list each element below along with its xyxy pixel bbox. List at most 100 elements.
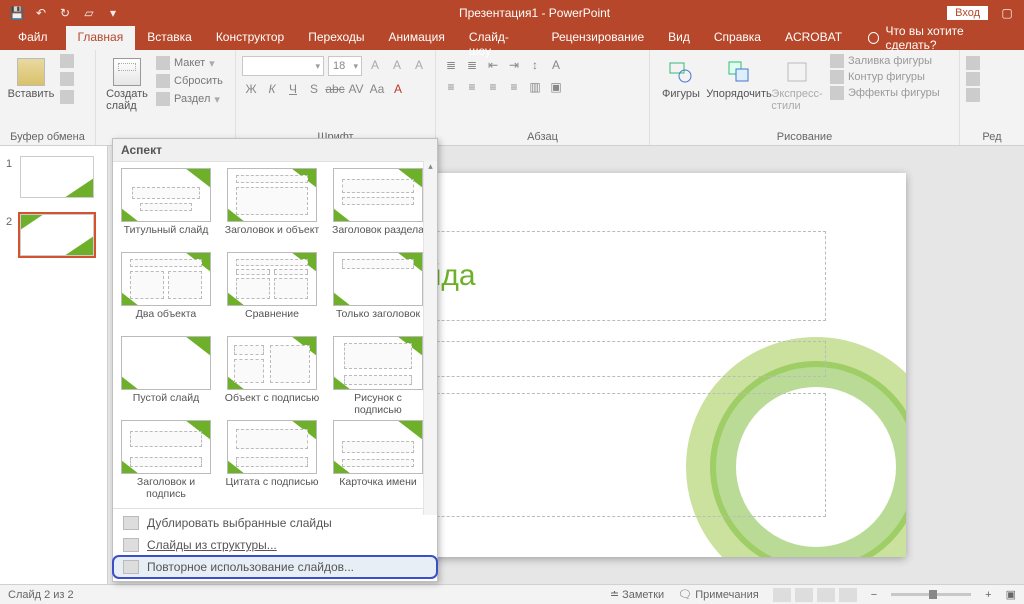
tab-home[interactable]: Главная [66, 26, 136, 50]
layout-comparison[interactable]: Сравнение [223, 252, 321, 334]
tab-review[interactable]: Рецензирование [539, 26, 656, 50]
layout-quote-caption[interactable]: Цитата с подписью [223, 420, 321, 502]
layout-title-only[interactable]: Только заголовок [329, 252, 427, 334]
layout-button[interactable]: Макет▾ [156, 56, 223, 70]
shape-outline-button[interactable]: Контур фигуры [830, 70, 940, 84]
group-label-paragraph: Абзац [442, 129, 643, 143]
duplicate-slides-item[interactable]: Дублировать выбранные слайды [113, 512, 437, 534]
layout-title-slide[interactable]: Титульный слайд [117, 168, 215, 250]
ribbon-options-icon[interactable]: ▢ [998, 4, 1016, 22]
tab-slideshow[interactable]: Слайд-шоу [457, 26, 540, 50]
arrange-icon [725, 58, 753, 86]
layout-two-content[interactable]: Два объекта [117, 252, 215, 334]
paste-button[interactable]: Вставить [6, 54, 56, 100]
redo-icon[interactable]: ↻ [56, 4, 74, 22]
dropdown-scrollbar[interactable]: ▴ [423, 161, 437, 515]
increase-indent-button[interactable]: ⇥ [505, 56, 523, 74]
tab-insert[interactable]: Вставка [135, 26, 204, 50]
thumbnail-1[interactable]: 1 [20, 156, 101, 198]
ribbon: Вставить Буфер обмена Создать слайд Маке… [0, 50, 1024, 146]
group-editing: Ред [960, 50, 1024, 145]
layout-section-header[interactable]: Заголовок раздела [329, 168, 427, 250]
shapes-button[interactable]: Фигуры [656, 54, 706, 100]
layout-title-content[interactable]: Заголовок и объект [223, 168, 321, 250]
align-right-button[interactable]: ≡ [484, 78, 502, 96]
outline-icon [123, 538, 139, 552]
qat-more-icon[interactable]: ▾ [104, 4, 122, 22]
reset-button[interactable]: Сбросить [156, 74, 223, 88]
new-slide-button[interactable]: Создать слайд [102, 54, 152, 112]
replace-icon [966, 72, 980, 86]
section-button[interactable]: Раздел▾ [156, 92, 223, 106]
sorter-view-button[interactable] [795, 588, 813, 602]
decrease-indent-button[interactable]: ⇤ [484, 56, 502, 74]
text-direction-button[interactable]: A [547, 56, 565, 74]
cut-button[interactable] [60, 54, 74, 68]
reuse-icon [123, 560, 139, 574]
tab-design[interactable]: Конструктор [204, 26, 296, 50]
start-slideshow-icon[interactable]: ▱ [80, 4, 98, 22]
strike-button[interactable]: abc [326, 80, 344, 98]
layout-blank[interactable]: Пустой слайд [117, 336, 215, 418]
notes-button[interactable]: ≐ Заметки [610, 588, 664, 601]
group-font: 18 A A A Ж К Ч S abc AV Aa A Шрифт [236, 50, 436, 145]
spacing-button[interactable]: AV [347, 80, 365, 98]
sign-in-button[interactable]: Вход [947, 6, 988, 20]
underline-button[interactable]: Ч [284, 80, 302, 98]
case-button[interactable]: Aa [368, 80, 386, 98]
increase-font-icon[interactable]: A [366, 56, 384, 74]
zoom-out-button[interactable]: − [871, 589, 877, 601]
thumbnail-2[interactable]: 2 [20, 214, 101, 256]
tab-animations[interactable]: Анимация [377, 26, 457, 50]
tab-help[interactable]: Справка [702, 26, 773, 50]
layout-title-caption[interactable]: Заголовок и подпись [117, 420, 215, 502]
comments-button[interactable]: 🗨 Примечания [678, 588, 759, 601]
columns-button[interactable]: ▥ [526, 78, 544, 96]
align-left-button[interactable]: ≡ [442, 78, 460, 96]
reuse-slides-item[interactable]: Повторное использование слайдов... [113, 556, 437, 578]
replace-button[interactable] [966, 72, 980, 86]
shape-effects-button[interactable]: Эффекты фигуры [830, 86, 940, 100]
tab-acrobat[interactable]: ACROBAT [773, 26, 854, 50]
align-center-button[interactable]: ≡ [463, 78, 481, 96]
find-button[interactable] [966, 56, 980, 70]
fit-button[interactable]: ▣ [1006, 588, 1016, 601]
justify-button[interactable]: ≡ [505, 78, 523, 96]
undo-icon[interactable]: ↶ [32, 4, 50, 22]
copy-button[interactable] [60, 72, 74, 86]
numbering-button[interactable]: ≣ [463, 56, 481, 74]
normal-view-button[interactable] [773, 588, 791, 602]
select-button[interactable] [966, 88, 980, 102]
arrange-button[interactable]: Упорядочить [714, 54, 764, 100]
line-spacing-button[interactable]: ↕ [526, 56, 544, 74]
layout-picture-caption[interactable]: Рисунок с подписью [329, 336, 427, 418]
slideshow-view-button[interactable] [839, 588, 857, 602]
font-size-combo[interactable]: 18 [328, 56, 362, 76]
clear-format-icon[interactable]: A [410, 56, 428, 74]
tab-file[interactable]: Файл [0, 26, 66, 50]
decrease-font-icon[interactable]: A [388, 56, 406, 74]
zoom-slider[interactable] [891, 593, 971, 596]
tab-view[interactable]: Вид [656, 26, 702, 50]
save-icon[interactable]: 💾 [8, 4, 26, 22]
layout-name-card[interactable]: Карточка имени [329, 420, 427, 502]
tell-me-search[interactable]: Что вы хотите сделать? [854, 26, 1024, 50]
bullets-button[interactable]: ≣ [442, 56, 460, 74]
shadow-button[interactable]: S [305, 80, 323, 98]
layout-content-caption[interactable]: Объект с подписью [223, 336, 321, 418]
bold-button[interactable]: Ж [242, 80, 260, 98]
slide-thumbnail-pane[interactable]: 1 2 [0, 146, 108, 584]
duplicate-icon [123, 516, 139, 530]
slides-from-outline-item[interactable]: Слайды из структуры... [113, 534, 437, 556]
italic-button[interactable]: К [263, 80, 281, 98]
font-color-button[interactable]: A [389, 80, 407, 98]
tab-transitions[interactable]: Переходы [296, 26, 376, 50]
quick-styles-button[interactable]: Экспресс- стили [772, 54, 822, 112]
format-painter-button[interactable] [60, 90, 74, 104]
zoom-in-button[interactable]: + [985, 589, 991, 601]
font-family-combo[interactable] [242, 56, 324, 76]
shape-fill-button[interactable]: Заливка фигуры [830, 54, 940, 68]
reading-view-button[interactable] [817, 588, 835, 602]
smartart-button[interactable]: ▣ [547, 78, 565, 96]
find-icon [966, 56, 980, 70]
